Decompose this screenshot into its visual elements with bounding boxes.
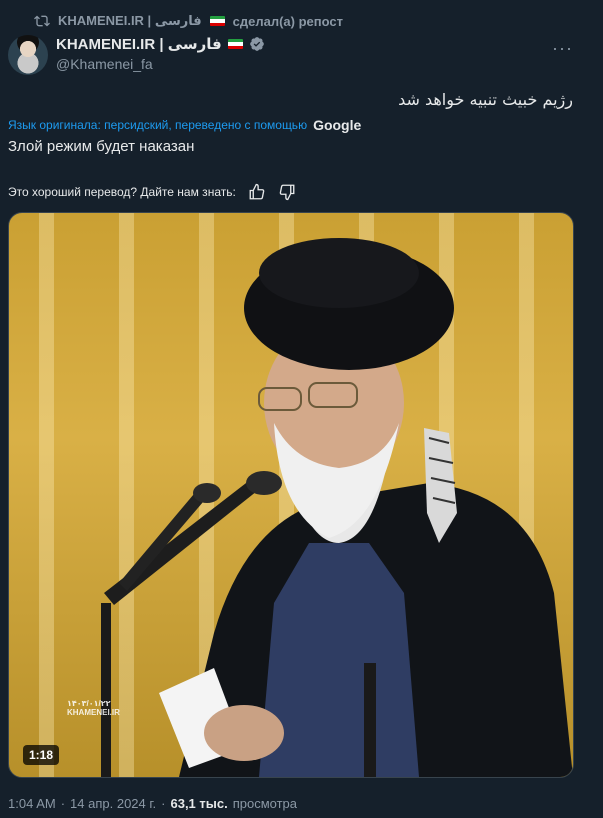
author-block[interactable]: KHAMENEI.IR | فارسی @Khamenei_fa: [56, 34, 265, 72]
original-tweet-text: رژیم خبیث تنبیه خواهد شد: [398, 90, 573, 109]
translation-note[interactable]: Язык оригинала: персидский, переведено с…: [8, 117, 361, 133]
repost-header[interactable]: KHAMENEI.IR | فارسی сделал(а) репост: [34, 10, 343, 32]
tweet-date[interactable]: 14 апр. 2024 г.: [70, 796, 156, 811]
thumbs-up-icon[interactable]: [248, 183, 266, 201]
thumbs-down-icon[interactable]: [278, 183, 296, 201]
video-player[interactable]: ۱۴۰۳/۰۱/۲۲ KHAMENEI.IR 1:18: [8, 212, 574, 778]
repost-account-name[interactable]: KHAMENEI.IR | فارسی: [58, 13, 202, 29]
tweet-time[interactable]: 1:04 AM: [8, 796, 56, 811]
more-options-icon[interactable]: ···: [552, 38, 573, 59]
translated-tweet-text: Злой режим будет наказан: [8, 138, 195, 155]
watermark-date: ۱۴۰۳/۰۱/۲۲: [67, 699, 111, 708]
video-duration-badge: 1:18: [23, 745, 60, 765]
repost-icon: [34, 15, 50, 27]
tweet-footer: 1:04 AM · 14 апр. 2024 г. · 63,1 тыс. пр…: [8, 796, 297, 811]
author-name[interactable]: KHAMENEI.IR | فارسی: [56, 35, 222, 53]
translation-feedback: Это хороший перевод? Дайте нам знать:: [8, 183, 296, 201]
iran-flag-icon: [209, 16, 225, 26]
watermark: ۱۴۰۳/۰۱/۲۲ KHAMENEI.IR: [67, 699, 120, 717]
separator: ·: [161, 796, 166, 811]
avatar[interactable]: [8, 35, 48, 75]
repost-action-label: сделал(а) репост: [232, 13, 343, 29]
views-label: просмотра: [232, 796, 298, 811]
translation-note-text[interactable]: Язык оригинала: персидский, переведено с…: [8, 118, 307, 132]
separator: ·: [60, 796, 66, 811]
watermark-site: KHAMENEI.IR: [67, 708, 120, 717]
video-frame: [101, 238, 573, 777]
verified-badge-icon: [249, 37, 264, 51]
google-logo: Google: [313, 117, 362, 133]
iran-flag-icon: [227, 39, 243, 49]
feedback-prompt: Это хороший перевод? Дайте нам знать:: [8, 185, 236, 199]
author-handle[interactable]: @Khamenei_fa: [56, 56, 265, 72]
views-count: 63,1 тыс.: [170, 796, 228, 811]
